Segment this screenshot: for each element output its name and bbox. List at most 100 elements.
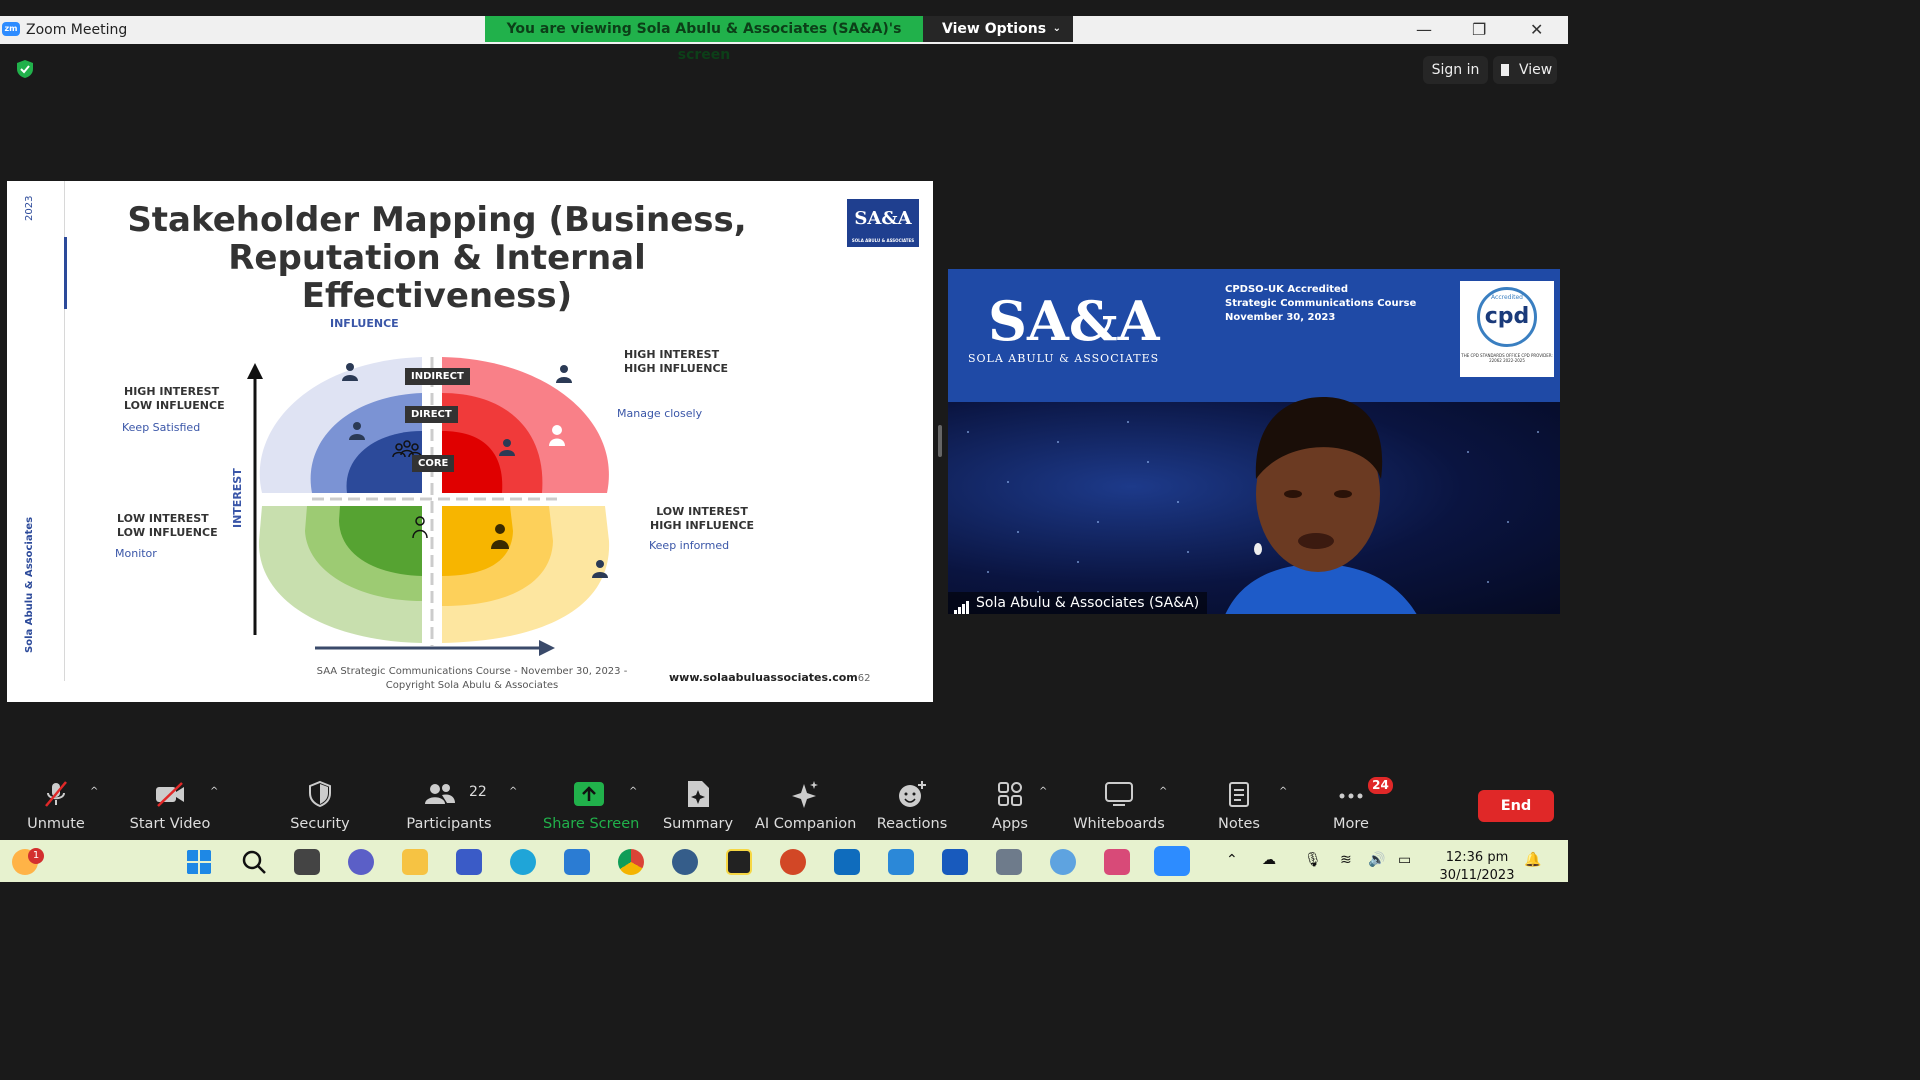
- participants-options-caret[interactable]: ^: [509, 786, 517, 797]
- quadrant-lo-lo-line1: LOW INTEREST: [117, 512, 209, 525]
- start-video-button[interactable]: Start Video: [125, 768, 215, 840]
- video-brand-sub: SOLA ABULU & ASSOCIATES: [968, 352, 1160, 365]
- windows-start-icon[interactable]: [186, 849, 212, 875]
- share-screen-button[interactable]: Share Screen: [543, 768, 639, 840]
- wifi-icon[interactable]: ≋: [1340, 852, 1352, 868]
- video-camera-off-icon: [156, 782, 184, 807]
- notes-options-caret[interactable]: ^: [1279, 786, 1287, 797]
- minimize-button[interactable]: —: [1416, 16, 1432, 44]
- ai-companion-label: AI Companion: [755, 816, 857, 832]
- title-bar: zm Zoom Meeting You are viewing Sola Abu…: [0, 16, 1568, 63]
- ai-companion-button[interactable]: AI Companion: [755, 768, 857, 840]
- participant-person: [1225, 397, 1417, 614]
- photos-icon[interactable]: [888, 849, 914, 875]
- store-icon[interactable]: [456, 849, 482, 875]
- more-notification-badge: 24: [1368, 777, 1393, 794]
- whiteboards-button[interactable]: Whiteboards: [1070, 768, 1168, 840]
- slide-logo-sub: SOLA ABULU & ASSOCIATES: [851, 238, 915, 243]
- clock-time: 12:36 pm: [1445, 850, 1509, 865]
- participant-video-tile[interactable]: SA&A SOLA ABULU & ASSOCIATES CPDSO-UK Ac…: [948, 269, 1560, 614]
- paint-icon[interactable]: [1050, 849, 1076, 875]
- word-icon[interactable]: [942, 849, 968, 875]
- view-button[interactable]: View: [1493, 56, 1557, 84]
- task-view-icon[interactable]: [294, 849, 320, 875]
- chevron-down-icon: ⌄: [1052, 23, 1061, 34]
- view-layout-icon: [1501, 64, 1512, 76]
- notes-label: Notes: [1218, 816, 1260, 832]
- microphone-icon[interactable]: 🎙: [1304, 852, 1322, 868]
- quadrant-lo-hi-title: LOW INTEREST HIGH INFLUENCE: [650, 505, 754, 533]
- slide-logo-text: SA&A: [854, 208, 912, 229]
- cpd-label: cpd: [1484, 304, 1530, 329]
- chrome-browser-icon[interactable]: [618, 849, 644, 875]
- quadrant-hi-hi-title: HIGH INTEREST HIGH INFLUENCE: [624, 348, 728, 376]
- share-options-caret[interactable]: ^: [629, 786, 637, 797]
- encryption-shield-icon[interactable]: [15, 59, 35, 79]
- axis-influence-label: INFLUENCE: [330, 317, 399, 330]
- apps-button[interactable]: Apps: [972, 768, 1048, 840]
- microphone-muted-icon: [45, 781, 67, 807]
- notification-bell-icon[interactable]: 🔔: [1524, 852, 1541, 868]
- mail-icon[interactable]: [564, 849, 590, 875]
- quadrant-hi-lo-title: HIGH INTEREST LOW INFLUENCE: [124, 385, 225, 413]
- powerpoint-icon[interactable]: [780, 849, 806, 875]
- file-explorer-icon[interactable]: [402, 849, 428, 875]
- close-button[interactable]: ✕: [1530, 16, 1543, 44]
- app-icon[interactable]: [672, 849, 698, 875]
- security-button[interactable]: Security: [282, 768, 358, 840]
- edge-browser-icon[interactable]: [510, 849, 536, 875]
- view-options-button[interactable]: View Options ⌄: [923, 16, 1073, 42]
- slide-footer-line2: Copyright Sola Abulu & Associates: [385, 680, 559, 691]
- unmute-button[interactable]: Unmute: [18, 768, 94, 840]
- chevron-up-icon[interactable]: ⌃: [1226, 852, 1238, 868]
- video-options-caret[interactable]: ^: [210, 786, 218, 797]
- search-icon[interactable]: [241, 849, 267, 875]
- quadrant-hi-hi-line1: HIGH INTEREST: [624, 348, 720, 361]
- cpd-badge: cpd Accredited THE CPD STANDARDS OFFICE …: [1460, 281, 1554, 377]
- snipping-tool-icon[interactable]: [1104, 849, 1130, 875]
- slide-footer-line1: SAA Strategic Communications Course - No…: [316, 666, 628, 677]
- apps-options-caret[interactable]: ^: [1039, 786, 1047, 797]
- tag-indirect: INDIRECT: [405, 368, 470, 385]
- cloud-icon[interactable]: ☁: [1262, 852, 1276, 868]
- cpd-small-label: Accredited: [1491, 294, 1523, 301]
- view-label: View: [1519, 62, 1553, 78]
- participants-button[interactable]: Participants: [404, 768, 494, 840]
- meeting-toolbar: Unmute ^ Start Video ^ Security Particip…: [0, 768, 1568, 840]
- sticky-notes-icon[interactable]: [726, 849, 752, 875]
- slide-title-line2: Reputation & Internal Effectiveness): [228, 238, 646, 316]
- summary-document-icon: [688, 781, 709, 807]
- reactions-button[interactable]: Reactions: [874, 768, 950, 840]
- system-clock[interactable]: 12:36 pm 30/11/2023: [1432, 849, 1522, 885]
- quadrant-hi-hi-line2: HIGH INFLUENCE: [624, 362, 729, 375]
- signal-strength-icon: [954, 592, 970, 614]
- whiteboards-options-caret[interactable]: ^: [1159, 786, 1167, 797]
- teams-chat-icon[interactable]: [348, 849, 374, 875]
- audio-options-caret[interactable]: ^: [90, 786, 98, 797]
- panel-resize-handle[interactable]: [938, 425, 942, 457]
- quadrant-hi-lo-action: Keep Satisfied: [122, 421, 201, 434]
- end-meeting-button[interactable]: End: [1478, 790, 1554, 822]
- sign-in-button[interactable]: Sign in: [1423, 56, 1488, 84]
- zoom-taskbar-icon[interactable]: [1154, 846, 1190, 876]
- slide-year: 2023: [24, 195, 35, 221]
- notes-button[interactable]: Notes: [1201, 768, 1277, 840]
- outlook-icon[interactable]: [834, 849, 860, 875]
- restore-button[interactable]: ❐: [1472, 16, 1486, 44]
- unmute-label: Unmute: [27, 816, 85, 832]
- view-options-label: View Options: [942, 21, 1047, 37]
- video-brand: SA&A: [988, 289, 1160, 353]
- whiteboard-icon: [1105, 782, 1133, 806]
- volume-icon[interactable]: 🔊: [1368, 852, 1385, 868]
- whiteboards-label: Whiteboards: [1073, 816, 1165, 832]
- quadrant-hi-lo-line1: HIGH INTEREST: [124, 385, 220, 398]
- summary-button[interactable]: Summary: [660, 768, 736, 840]
- start-video-label: Start Video: [129, 816, 211, 832]
- quadrant-hi-hi-action: Manage closely: [617, 407, 703, 420]
- battery-icon[interactable]: ▭: [1398, 852, 1411, 868]
- calculator-icon[interactable]: [996, 849, 1022, 875]
- slide-footer: SAA Strategic Communications Course - No…: [307, 665, 637, 693]
- participants-icon: [425, 784, 455, 804]
- clock-date: 30/11/2023: [1439, 868, 1515, 883]
- reactions-emoji-icon: [899, 781, 926, 807]
